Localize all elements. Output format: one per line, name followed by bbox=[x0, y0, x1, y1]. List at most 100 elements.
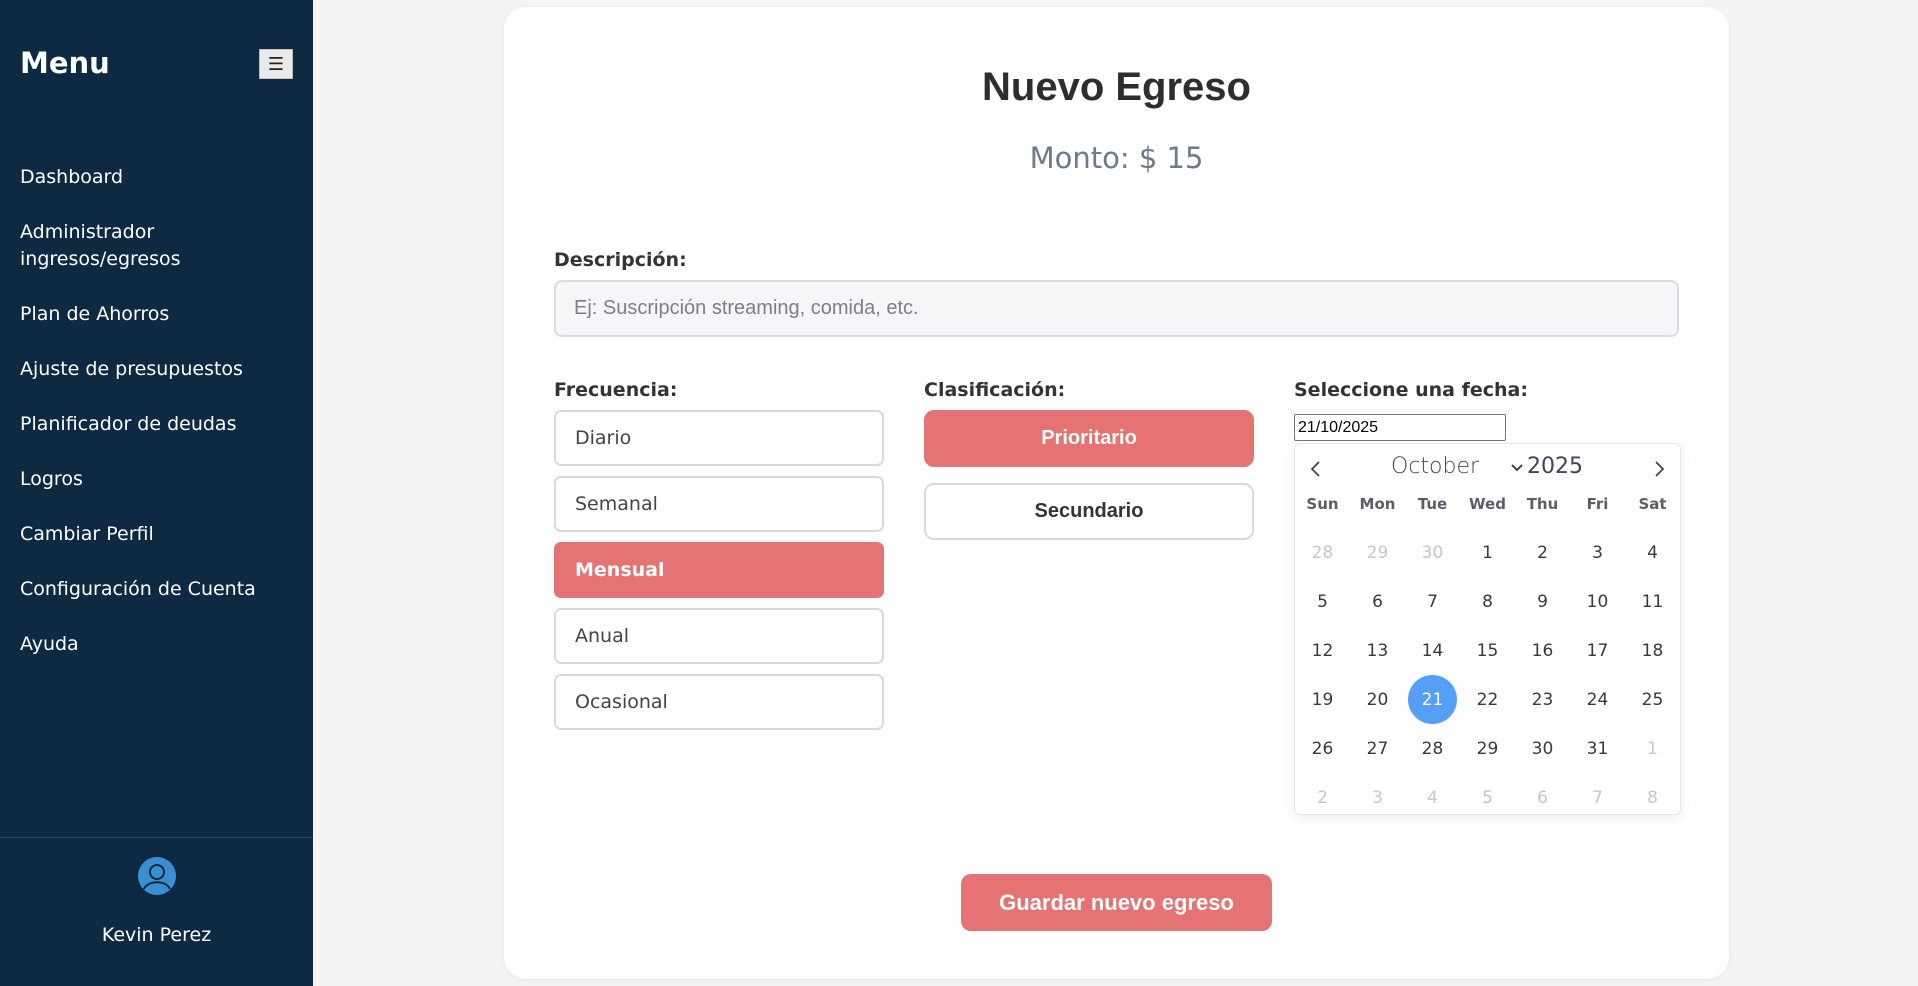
sidebar: Menu ☰ Dashboard Administrador ingresos/… bbox=[0, 0, 313, 986]
calendar-day[interactable]: 20 bbox=[1350, 675, 1405, 724]
calendar-day-number: 17 bbox=[1586, 640, 1609, 661]
calendar-day[interactable]: 11 bbox=[1625, 577, 1680, 626]
calendar-day[interactable]: 21 bbox=[1405, 675, 1460, 724]
description-input[interactable] bbox=[554, 280, 1679, 337]
calendar-day[interactable]: 31 bbox=[1570, 724, 1625, 773]
calendar-day[interactable]: 1 bbox=[1625, 724, 1680, 773]
classification-option-prioritario[interactable]: Prioritario bbox=[924, 410, 1254, 467]
frequency-option-diario[interactable]: Diario bbox=[554, 410, 884, 466]
date-label: Seleccione una fecha: bbox=[1294, 379, 1528, 401]
frequency-option-ocasional[interactable]: Ocasional bbox=[554, 674, 884, 730]
calendar-day[interactable]: 28 bbox=[1295, 528, 1350, 577]
calendar-day-number: 30 bbox=[1531, 738, 1554, 759]
calendar-day[interactable]: 15 bbox=[1460, 626, 1515, 675]
calendar-day[interactable]: 14 bbox=[1405, 626, 1460, 675]
frequency-option-mensual[interactable]: Mensual bbox=[554, 542, 884, 598]
calendar-day-number: 28 bbox=[1421, 738, 1444, 759]
calendar-day[interactable]: 29 bbox=[1460, 724, 1515, 773]
calendar-week-row: 12 13 14 15 16 17 18 bbox=[1295, 626, 1680, 675]
calendar-week-row: 2 3 4 5 6 7 8 bbox=[1295, 773, 1680, 822]
weekday-label: Sun bbox=[1306, 495, 1339, 513]
sidebar-item-logros[interactable]: Logros bbox=[20, 466, 300, 493]
calendar-day-number: 29 bbox=[1476, 738, 1499, 759]
sidebar-item-cambiar-perfil[interactable]: Cambiar Perfil bbox=[20, 521, 300, 548]
frequency-option-anual[interactable]: Anual bbox=[554, 608, 884, 664]
calendar-day[interactable]: 26 bbox=[1295, 724, 1350, 773]
calendar-week-row: 26 27 28 29 30 31 1 bbox=[1295, 724, 1680, 773]
weekday-label: Thu bbox=[1526, 495, 1559, 513]
calendar-day[interactable]: 22 bbox=[1460, 675, 1515, 724]
calendar-day-number: 10 bbox=[1586, 591, 1609, 612]
calendar-day[interactable]: 19 bbox=[1295, 675, 1350, 724]
calendar-day[interactable]: 8 bbox=[1625, 773, 1680, 822]
sidebar-item-plan-ahorros[interactable]: Plan de Ahorros bbox=[20, 301, 300, 328]
calendar-day[interactable]: 2 bbox=[1295, 773, 1350, 822]
calendar-day[interactable]: 18 bbox=[1625, 626, 1680, 675]
chevron-down-icon[interactable] bbox=[1509, 460, 1525, 476]
frequency-option-semanal[interactable]: Semanal bbox=[554, 476, 884, 532]
prev-month-icon[interactable] bbox=[1303, 456, 1329, 482]
calendar-day[interactable]: 5 bbox=[1295, 577, 1350, 626]
calendar-day[interactable]: 10 bbox=[1570, 577, 1625, 626]
sidebar-item-dashboard[interactable]: Dashboard bbox=[20, 164, 300, 191]
sidebar-item-ayuda[interactable]: Ayuda bbox=[20, 631, 300, 658]
calendar-day[interactable]: 1 bbox=[1460, 528, 1515, 577]
calendar-day[interactable]: 12 bbox=[1295, 626, 1350, 675]
weekday-label: Sat bbox=[1638, 495, 1667, 513]
calendar-day[interactable]: 30 bbox=[1405, 528, 1460, 577]
calendar-week-row: 5 6 7 8 9 10 11 bbox=[1295, 577, 1680, 626]
calendar-day-number: 30 bbox=[1421, 542, 1444, 563]
calendar-day[interactable]: 27 bbox=[1350, 724, 1405, 773]
calendar-day[interactable]: 25 bbox=[1625, 675, 1680, 724]
calendar-day-number: 20 bbox=[1366, 689, 1389, 710]
calendar-day[interactable]: 9 bbox=[1515, 577, 1570, 626]
calendar-day[interactable]: 3 bbox=[1350, 773, 1405, 822]
calendar-day[interactable]: 7 bbox=[1405, 577, 1460, 626]
calendar-day-number: 4 bbox=[1427, 787, 1438, 808]
calendar-day[interactable]: 28 bbox=[1405, 724, 1460, 773]
calendar-day[interactable]: 6 bbox=[1350, 577, 1405, 626]
calendar-day[interactable]: 4 bbox=[1625, 528, 1680, 577]
date-input[interactable] bbox=[1294, 414, 1506, 441]
calendar-day[interactable]: 16 bbox=[1515, 626, 1570, 675]
calendar-day[interactable]: 8 bbox=[1460, 577, 1515, 626]
calendar-day[interactable]: 13 bbox=[1350, 626, 1405, 675]
calendar-week-row: 28 29 30 1 2 3 4 bbox=[1295, 528, 1680, 577]
calendar-day-number: 6 bbox=[1372, 591, 1383, 612]
save-expense-button[interactable]: Guardar nuevo egreso bbox=[961, 874, 1272, 931]
calendar-day[interactable]: 17 bbox=[1570, 626, 1625, 675]
calendar-day[interactable]: 7 bbox=[1570, 773, 1625, 822]
calendar-day[interactable]: 23 bbox=[1515, 675, 1570, 724]
sidebar-item-presupuestos[interactable]: Ajuste de presupuestos bbox=[20, 356, 300, 383]
calendar-weekdays: Sun Mon Tue Wed Thu Fri Sat bbox=[1295, 495, 1680, 513]
frequency-label: Frecuencia: bbox=[554, 379, 678, 401]
classification-option-secundario[interactable]: Secundario bbox=[924, 483, 1254, 540]
calendar-day-number: 9 bbox=[1537, 591, 1548, 612]
sidebar-footer: Kevin Perez bbox=[0, 837, 313, 986]
calendar-day[interactable]: 3 bbox=[1570, 528, 1625, 577]
user-avatar-icon[interactable] bbox=[138, 857, 176, 895]
sidebar-item-administrador[interactable]: Administrador ingresos/egresos bbox=[20, 219, 300, 273]
calendar-day-number: 21 bbox=[1408, 675, 1457, 724]
calendar-day[interactable]: 29 bbox=[1350, 528, 1405, 577]
menu-toggle-button[interactable]: ☰ bbox=[259, 49, 293, 79]
calendar-day-number: 26 bbox=[1311, 738, 1334, 759]
weekday-label: Fri bbox=[1586, 495, 1609, 513]
calendar-year-input[interactable]: 2025 bbox=[1527, 454, 1583, 479]
calendar-day[interactable]: 4 bbox=[1405, 773, 1460, 822]
calendar-day-number: 4 bbox=[1647, 542, 1658, 563]
calendar-day-number: 7 bbox=[1592, 787, 1603, 808]
calendar-day[interactable]: 2 bbox=[1515, 528, 1570, 577]
calendar-day-number: 6 bbox=[1537, 787, 1548, 808]
next-month-icon[interactable] bbox=[1646, 456, 1672, 482]
calendar-day-number: 29 bbox=[1366, 542, 1389, 563]
sidebar-item-configuracion[interactable]: Configuración de Cuenta bbox=[20, 576, 300, 603]
calendar-month-select[interactable]: October bbox=[1391, 454, 1479, 479]
date-picker: October 2025 Sun Mon Tue Wed Thu Fri Sat… bbox=[1294, 443, 1681, 815]
calendar-day[interactable]: 24 bbox=[1570, 675, 1625, 724]
calendar-week-row: 19 20 21 22 23 24 25 bbox=[1295, 675, 1680, 724]
calendar-day[interactable]: 6 bbox=[1515, 773, 1570, 822]
calendar-day[interactable]: 30 bbox=[1515, 724, 1570, 773]
sidebar-item-deudas[interactable]: Planificador de deudas bbox=[20, 411, 300, 438]
calendar-day[interactable]: 5 bbox=[1460, 773, 1515, 822]
